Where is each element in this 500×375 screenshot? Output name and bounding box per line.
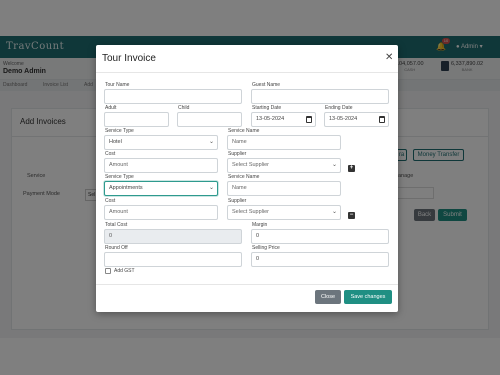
close-icon[interactable]: ✕ xyxy=(385,53,393,63)
chevron-down-icon: ⌄ xyxy=(331,209,337,215)
add-gst-label: Add GST xyxy=(114,268,135,274)
calendar-icon[interactable] xyxy=(306,116,312,123)
supplier-value: Select Supplier xyxy=(232,209,269,215)
modal-footer-divider xyxy=(96,284,398,285)
starting-date-value: 13-05-2024 xyxy=(256,116,285,122)
round-off-input[interactable] xyxy=(104,252,242,267)
chevron-down-icon: ⌄ xyxy=(208,139,214,145)
supplier-label: Supplier xyxy=(228,198,247,204)
chevron-down-icon: ⌄ xyxy=(331,162,337,168)
tour-name-label: Tour Name xyxy=(105,82,130,88)
supplier-value: Select Supplier xyxy=(232,162,269,168)
supplier-select[interactable]: Select Supplier ⌄ xyxy=(227,205,341,220)
modal-title: Tour Invoice xyxy=(102,53,156,64)
guest-name-input[interactable] xyxy=(251,89,389,104)
supplier-select[interactable]: Select Supplier ⌄ xyxy=(227,158,341,173)
tour-name-input[interactable] xyxy=(104,89,242,104)
starting-date-label: Starting Date xyxy=(252,105,282,111)
service-name-label: Service Name xyxy=(228,128,260,134)
service-type-select[interactable]: Hotel ⌄ xyxy=(104,135,218,150)
cost-label: Cost xyxy=(105,198,116,204)
adult-input[interactable] xyxy=(104,112,169,127)
guest-name-label: Guest Name xyxy=(252,82,281,88)
calendar-icon[interactable] xyxy=(379,116,385,123)
margin-label: Margin xyxy=(252,222,268,228)
round-off-label: Round Off xyxy=(105,245,128,251)
add-service-button[interactable]: + xyxy=(348,165,355,172)
chevron-down-icon: ⌄ xyxy=(208,185,214,191)
cost-input[interactable]: Amount xyxy=(104,205,218,220)
adult-label: Adult xyxy=(105,105,117,111)
remove-service-button[interactable]: − xyxy=(348,212,355,219)
cost-label: Cost xyxy=(105,151,116,157)
cost-input[interactable]: Amount xyxy=(104,158,218,173)
service-type-value: Hotel xyxy=(109,139,122,145)
service-name-input[interactable]: Name xyxy=(227,181,341,196)
margin-input[interactable]: 0 xyxy=(251,229,389,244)
service-type-label: Service Type xyxy=(105,128,134,134)
close-button[interactable]: Close xyxy=(315,290,341,304)
total-cost-input: 0 xyxy=(104,229,242,244)
child-input[interactable] xyxy=(177,112,242,127)
ending-date-input[interactable]: 13-05-2024 xyxy=(324,112,389,127)
ending-date-label: Ending Date xyxy=(325,105,353,111)
service-type-value: Appointments xyxy=(109,185,143,191)
save-changes-button[interactable]: Save changes xyxy=(344,290,392,304)
selling-price-label: Selling Price xyxy=(252,245,280,251)
starting-date-input[interactable]: 13-05-2024 xyxy=(251,112,316,127)
modal-header-divider xyxy=(96,72,398,73)
service-name-input[interactable]: Name xyxy=(227,135,341,150)
add-gst-checkbox[interactable] xyxy=(105,268,111,274)
child-label: Child xyxy=(178,105,190,111)
total-cost-label: Total Cost xyxy=(105,222,128,228)
service-type-select[interactable]: Appointments ⌄ xyxy=(104,181,218,196)
supplier-label: Supplier xyxy=(228,151,247,157)
service-name-label: Service Name xyxy=(228,174,260,180)
service-type-label: Service Type xyxy=(105,174,134,180)
ending-date-value: 13-05-2024 xyxy=(329,116,358,122)
selling-price-input[interactable]: 0 xyxy=(251,252,389,267)
